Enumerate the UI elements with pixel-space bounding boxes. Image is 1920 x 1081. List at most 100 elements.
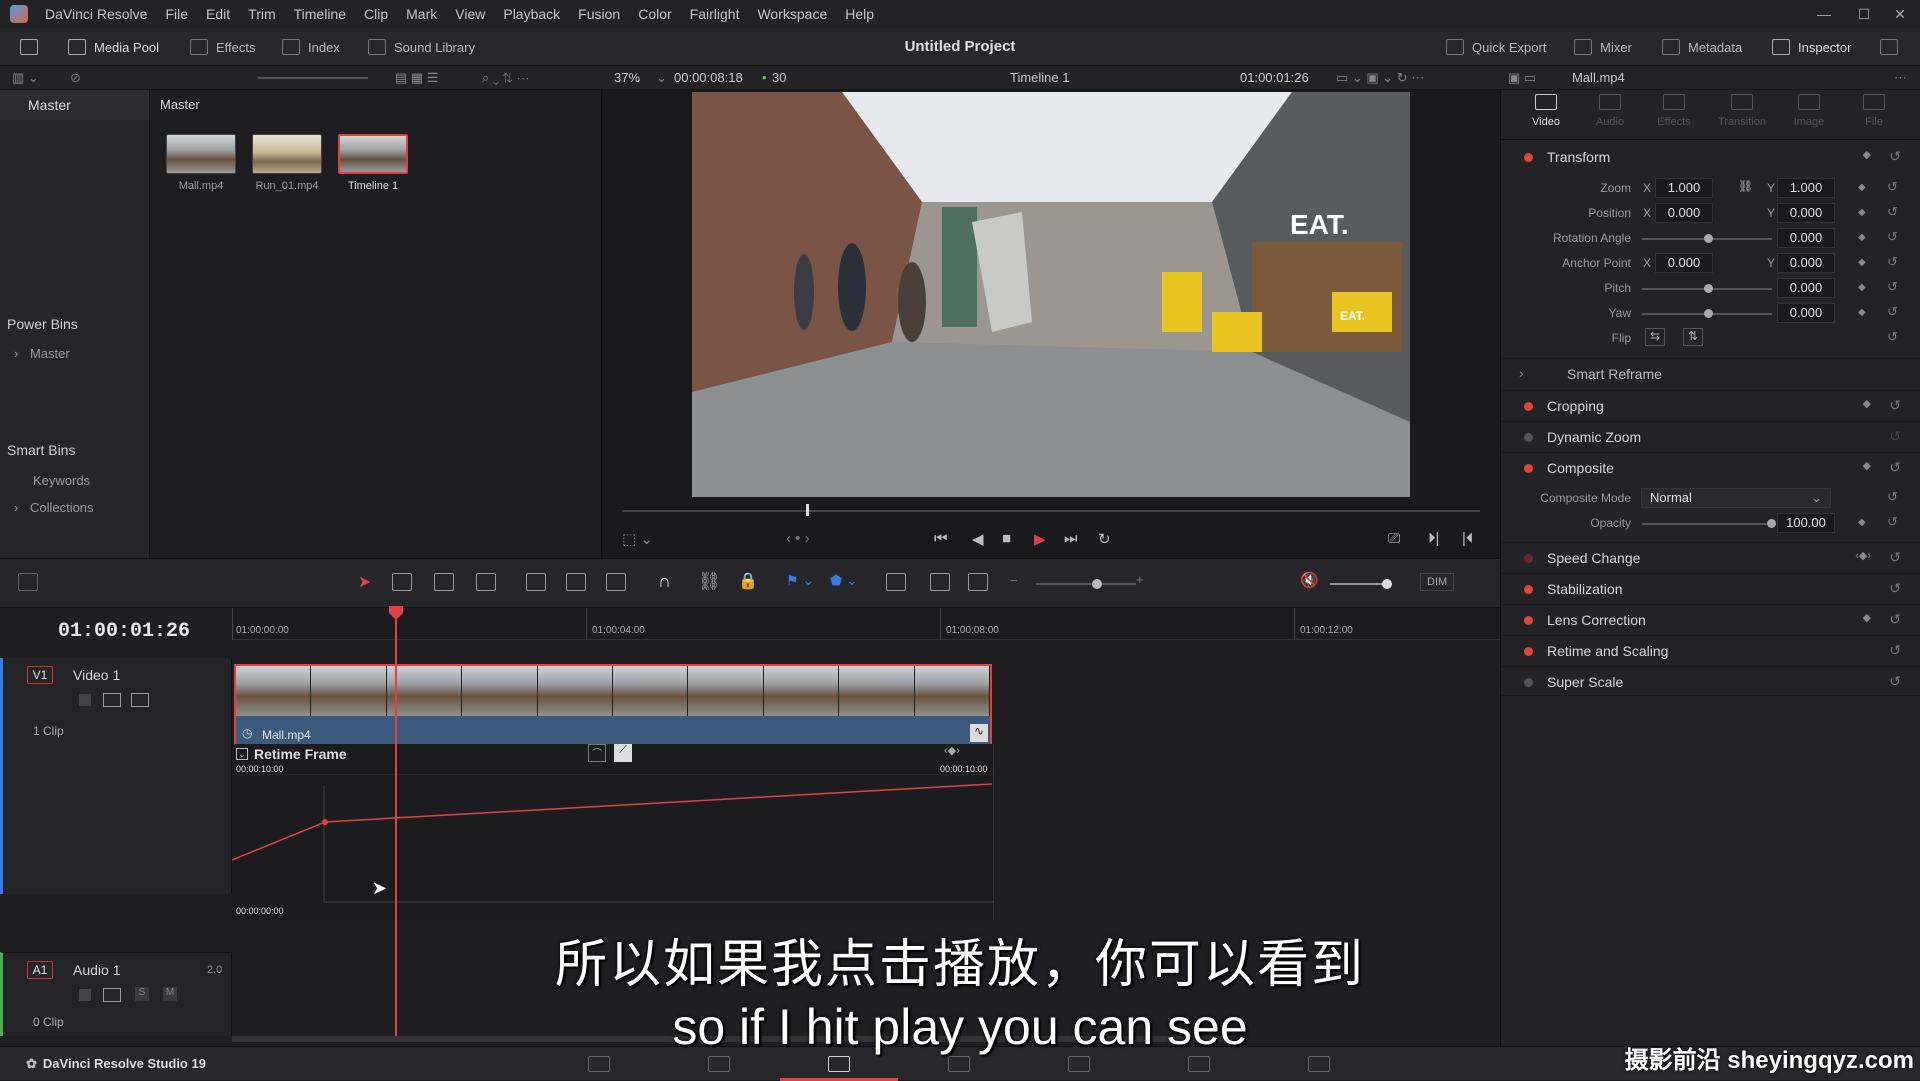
scrubber-playhead[interactable] <box>806 504 809 516</box>
lens-correction-enable-toggle[interactable] <box>1524 616 1533 625</box>
menu-help[interactable]: Help <box>836 6 883 22</box>
opacity-keyframe-icon[interactable]: ◆ <box>1858 517 1866 528</box>
timeline-zoom-slider[interactable] <box>1036 579 1136 589</box>
keyframe-nav-icon[interactable]: ‹◆› <box>944 744 960 757</box>
tab-video[interactable]: Video <box>1516 94 1576 128</box>
timeline-timecode[interactable]: 01:00:01:26 <box>58 620 190 643</box>
next-edit-icon[interactable]: ⏵| <box>1428 530 1439 547</box>
minimize-icon[interactable]: — <box>1804 0 1844 28</box>
zoom-keyframe-icon[interactable]: ◆ <box>1858 182 1866 193</box>
section-transform[interactable]: Transform ◆ ↺ <box>1501 142 1920 172</box>
menu-timeline[interactable]: Timeline <box>285 6 355 22</box>
cropping-enable-toggle[interactable] <box>1524 402 1533 411</box>
yaw-field[interactable]: 0.000 <box>1777 303 1835 323</box>
linked-selection-icon[interactable]: ⛓ <box>698 571 721 592</box>
edit-page-icon[interactable] <box>828 1056 850 1072</box>
index-button[interactable]: Index <box>282 28 340 66</box>
snapping-icon[interactable]: ∩ <box>658 571 671 592</box>
pitch-keyframe-icon[interactable]: ◆ <box>1858 282 1866 293</box>
loop-icon[interactable]: ↻ <box>1098 530 1111 548</box>
dim-button[interactable]: DIM <box>1420 573 1455 591</box>
volume-slider[interactable] <box>1330 579 1392 589</box>
pitch-slider[interactable] <box>1642 284 1772 293</box>
tab-file[interactable]: File <box>1844 94 1904 128</box>
reset-icon[interactable]: ↺ <box>1889 148 1901 165</box>
section-cropping[interactable]: Cropping ◆ ↺ <box>1501 390 1920 420</box>
blade-tool-icon[interactable] <box>476 573 496 591</box>
video-track-header[interactable]: V1 Video 1 1 Clip <box>0 658 232 894</box>
cut-page-icon[interactable] <box>708 1056 730 1072</box>
super-scale-enable-toggle[interactable] <box>1524 678 1533 687</box>
timeline-zoom-knob[interactable] <box>1092 579 1102 589</box>
anchor-y-field[interactable]: 0.000 <box>1777 253 1835 273</box>
play-icon[interactable]: ▶ <box>1034 530 1046 548</box>
app-name-menu[interactable]: DaVinci Resolve <box>36 6 156 22</box>
opacity-reset-icon[interactable]: ↺ <box>1887 514 1898 530</box>
zoom-y-field[interactable]: 1.000 <box>1777 178 1835 198</box>
menu-playback[interactable]: Playback <box>494 6 569 22</box>
fullscreen-button[interactable] <box>1880 28 1898 66</box>
opacity-slider[interactable] <box>1642 519 1776 528</box>
lock-track-icon[interactable] <box>79 694 91 706</box>
zoom-full-icon[interactable] <box>886 573 906 591</box>
replace-clip-icon[interactable] <box>606 573 626 591</box>
color-page-icon[interactable] <box>1068 1056 1090 1072</box>
crop-mode-icon[interactable]: ⬚ ⌄ <box>622 530 653 548</box>
section-smart-reframe[interactable]: › Smart Reframe <box>1501 358 1920 388</box>
effects-button[interactable]: Effects <box>190 28 256 66</box>
flip-horizontal-icon[interactable]: ⇆ <box>1645 328 1665 346</box>
menu-view[interactable]: View <box>446 6 494 22</box>
position-reset-icon[interactable]: ↺ <box>1887 204 1898 220</box>
anchor-keyframe-icon[interactable]: ◆ <box>1858 257 1866 268</box>
rotation-slider-knob[interactable] <box>1704 234 1713 243</box>
timeline-name[interactable]: Timeline 1 <box>1010 70 1069 85</box>
timeline-ruler[interactable]: 01:00:00:00 01:00:04:00 01:00:08:00 01:0… <box>232 608 1500 640</box>
pitch-field[interactable]: 0.000 <box>1777 278 1835 298</box>
retime-dropdown-icon[interactable]: ⌄ <box>236 748 248 760</box>
video-frame[interactable]: EAT. EAT. <box>692 92 1410 497</box>
prev-edit-icon[interactable]: |⏴ <box>1462 530 1473 547</box>
rotation-slider[interactable] <box>1642 234 1772 243</box>
smart-bin-collections[interactable]: › Collections <box>14 500 94 515</box>
yaw-reset-icon[interactable]: ↺ <box>1887 304 1898 320</box>
menu-trim[interactable]: Trim <box>239 6 284 22</box>
maximize-icon[interactable]: ☐ <box>1844 0 1884 28</box>
zoom-reset-icon[interactable]: ↺ <box>1887 179 1898 195</box>
video-track-id[interactable]: V1 <box>27 666 53 684</box>
volume-slider-knob[interactable] <box>1382 579 1392 589</box>
link-zoom-icon[interactable]: ⛓ <box>1738 179 1753 193</box>
insert-clip-icon[interactable] <box>526 573 546 591</box>
anchor-reset-icon[interactable]: ↺ <box>1887 254 1898 270</box>
zoom-in-icon[interactable]: + <box>1136 572 1144 587</box>
reset-icon[interactable]: ↺ <box>1889 428 1901 445</box>
section-retime-scaling[interactable]: Retime and Scaling ↺ <box>1501 635 1920 665</box>
inspector-button[interactable]: Inspector <box>1772 28 1851 66</box>
audio-mute-icon[interactable]: 🔇 <box>1300 571 1319 589</box>
viewer-zoom[interactable]: 37% <box>614 70 640 85</box>
menu-mark[interactable]: Mark <box>397 6 446 22</box>
section-stabilization[interactable]: Stabilization ↺ <box>1501 573 1920 603</box>
reset-icon[interactable]: ↺ <box>1889 642 1901 659</box>
curve-linear-icon[interactable]: ⌒ <box>588 744 606 762</box>
skip-to-end-icon[interactable]: ⏭ <box>1064 530 1078 547</box>
auto-select-icon[interactable] <box>103 693 121 707</box>
keyframe-icon[interactable]: ◆ <box>1863 397 1871 410</box>
zoom-out-icon[interactable]: − <box>1010 573 1018 588</box>
keyframe-icon[interactable]: ◆ <box>1863 611 1871 624</box>
viewer-scrubber[interactable] <box>622 510 1480 512</box>
tab-audio[interactable]: Audio <box>1580 94 1640 128</box>
pitch-reset-icon[interactable]: ↺ <box>1887 279 1898 295</box>
match-frame-icon[interactable]: ⎚ <box>1388 530 1400 547</box>
zoom-custom-icon[interactable] <box>968 573 988 591</box>
reset-icon[interactable]: ↺ <box>1889 549 1901 566</box>
keyframe-icon[interactable]: ◆ <box>1863 148 1871 161</box>
tab-effects[interactable]: Effects <box>1644 94 1704 128</box>
tab-image[interactable]: Image <box>1779 94 1839 128</box>
view-options-icon[interactable]: ▤ ▦ ☰ <box>395 70 438 86</box>
menu-workspace[interactable]: Workspace <box>748 6 836 22</box>
position-x-field[interactable]: 0.000 <box>1655 203 1713 223</box>
retime-scaling-enable-toggle[interactable] <box>1524 647 1533 656</box>
reset-icon[interactable]: ↺ <box>1889 459 1901 476</box>
metadata-button[interactable]: Metadata <box>1662 28 1742 66</box>
deliver-page-icon[interactable] <box>1308 1056 1330 1072</box>
